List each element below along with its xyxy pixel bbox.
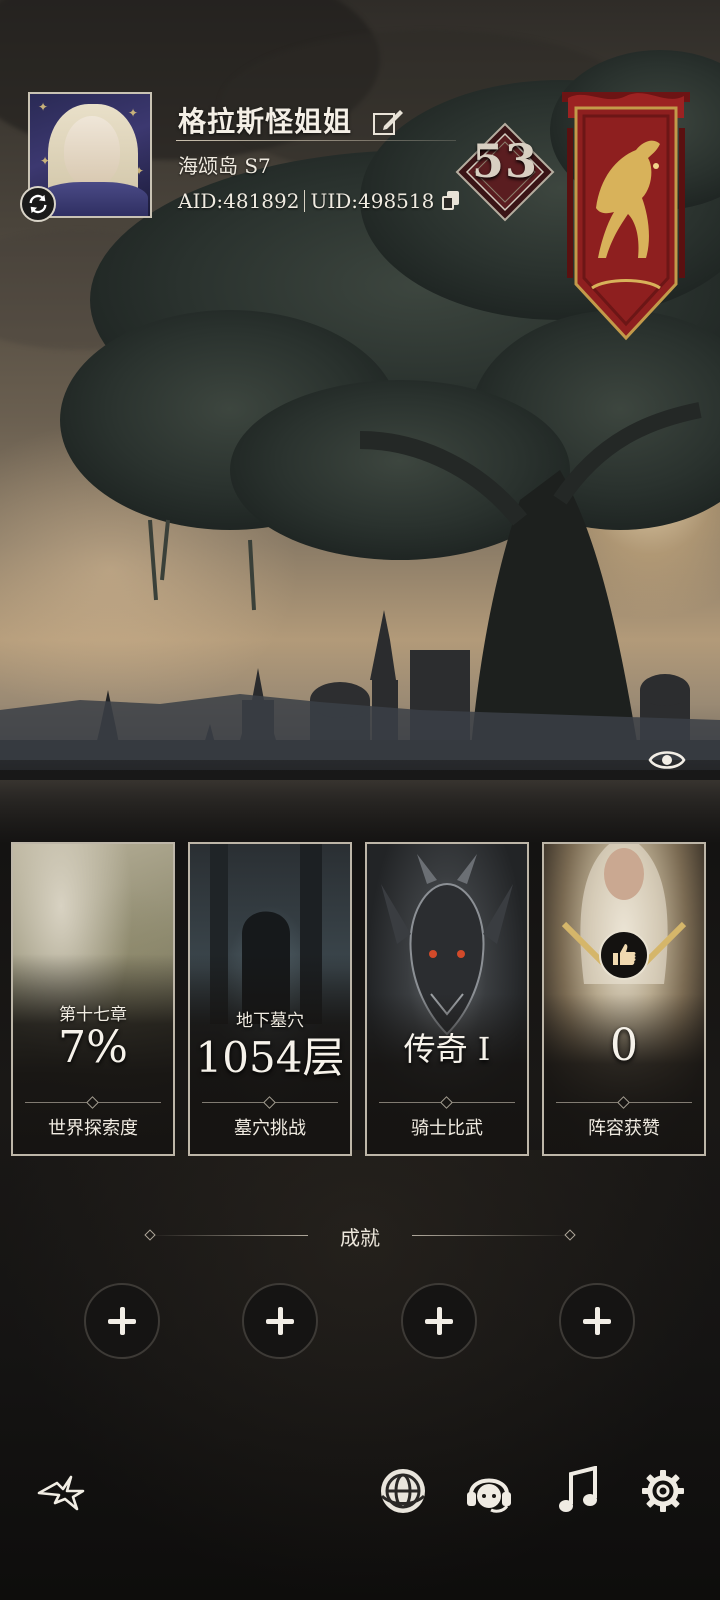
id-separator: [304, 190, 306, 212]
visibility-toggle[interactable]: [648, 748, 686, 772]
edit-icon: [373, 110, 403, 135]
globe-icon: [380, 1469, 426, 1513]
stat-cards: 第十七章 7% 世界探索度 地下墓穴 1054层 墓穴挑战 传奇 I 骑士比武: [11, 842, 711, 1158]
thumbs-up-icon: [613, 944, 636, 965]
card-world-exploration[interactable]: 第十七章 7% 世界探索度: [11, 842, 175, 1156]
refresh-icon: [29, 194, 47, 214]
avatar-swap-button[interactable]: [20, 186, 56, 222]
music-icon: [559, 1466, 597, 1512]
home-logo-button[interactable]: [36, 1464, 90, 1518]
support-icon: [467, 1478, 511, 1513]
achievement-slot-1[interactable]: [84, 1283, 160, 1359]
card-label: 墓穴挑战: [234, 1118, 306, 1139]
uid-text: UID:498518: [310, 189, 435, 213]
like-button[interactable]: [599, 930, 649, 980]
edit-name-button[interactable]: [372, 106, 406, 136]
name-divider: [176, 140, 456, 141]
achievement-slot-4[interactable]: [559, 1283, 635, 1359]
level-number: 53: [471, 134, 538, 188]
plus-icon: [425, 1307, 453, 1335]
plus-icon: [266, 1307, 294, 1335]
customer-support-button[interactable]: [462, 1464, 516, 1518]
card-label: 阵容获赞: [588, 1118, 660, 1139]
aid-text: AID:481892: [178, 189, 300, 213]
card-value: 传奇 I: [403, 1030, 491, 1068]
card-value: 0: [610, 1020, 638, 1071]
card-value: 7%: [58, 1022, 128, 1073]
card-lineup-likes[interactable]: 0 阵容获赞: [542, 842, 706, 1156]
achievement-slot-3[interactable]: [401, 1283, 477, 1359]
card-label: 骑士比武: [411, 1118, 483, 1139]
card-crypt-challenge[interactable]: 地下墓穴 1054层 墓穴挑战: [188, 842, 352, 1156]
gear-icon: [642, 1470, 684, 1512]
logo-icon: [37, 1475, 85, 1511]
guild-banner[interactable]: [556, 88, 696, 344]
server-name: 海颂岛 S7: [178, 154, 271, 178]
distant-mountains: [0, 694, 720, 770]
card-label: 世界探索度: [48, 1118, 138, 1139]
achievements-divider-right: [412, 1235, 572, 1236]
achievement-slot-2[interactable]: [242, 1283, 318, 1359]
plus-icon: [583, 1307, 611, 1335]
account-ids: AID:481892 UID:498518: [178, 189, 460, 213]
card-value: 1054层: [195, 1033, 345, 1082]
music-button[interactable]: [551, 1464, 605, 1518]
player-nickname: 格拉斯怪姐姐: [178, 105, 353, 138]
language-button[interactable]: [376, 1464, 430, 1518]
achievements-title: 成就: [340, 1226, 380, 1250]
card-knight-tourney[interactable]: 传奇 I 骑士比武: [365, 842, 529, 1156]
plus-icon: [108, 1307, 136, 1335]
settings-button[interactable]: [636, 1464, 690, 1518]
